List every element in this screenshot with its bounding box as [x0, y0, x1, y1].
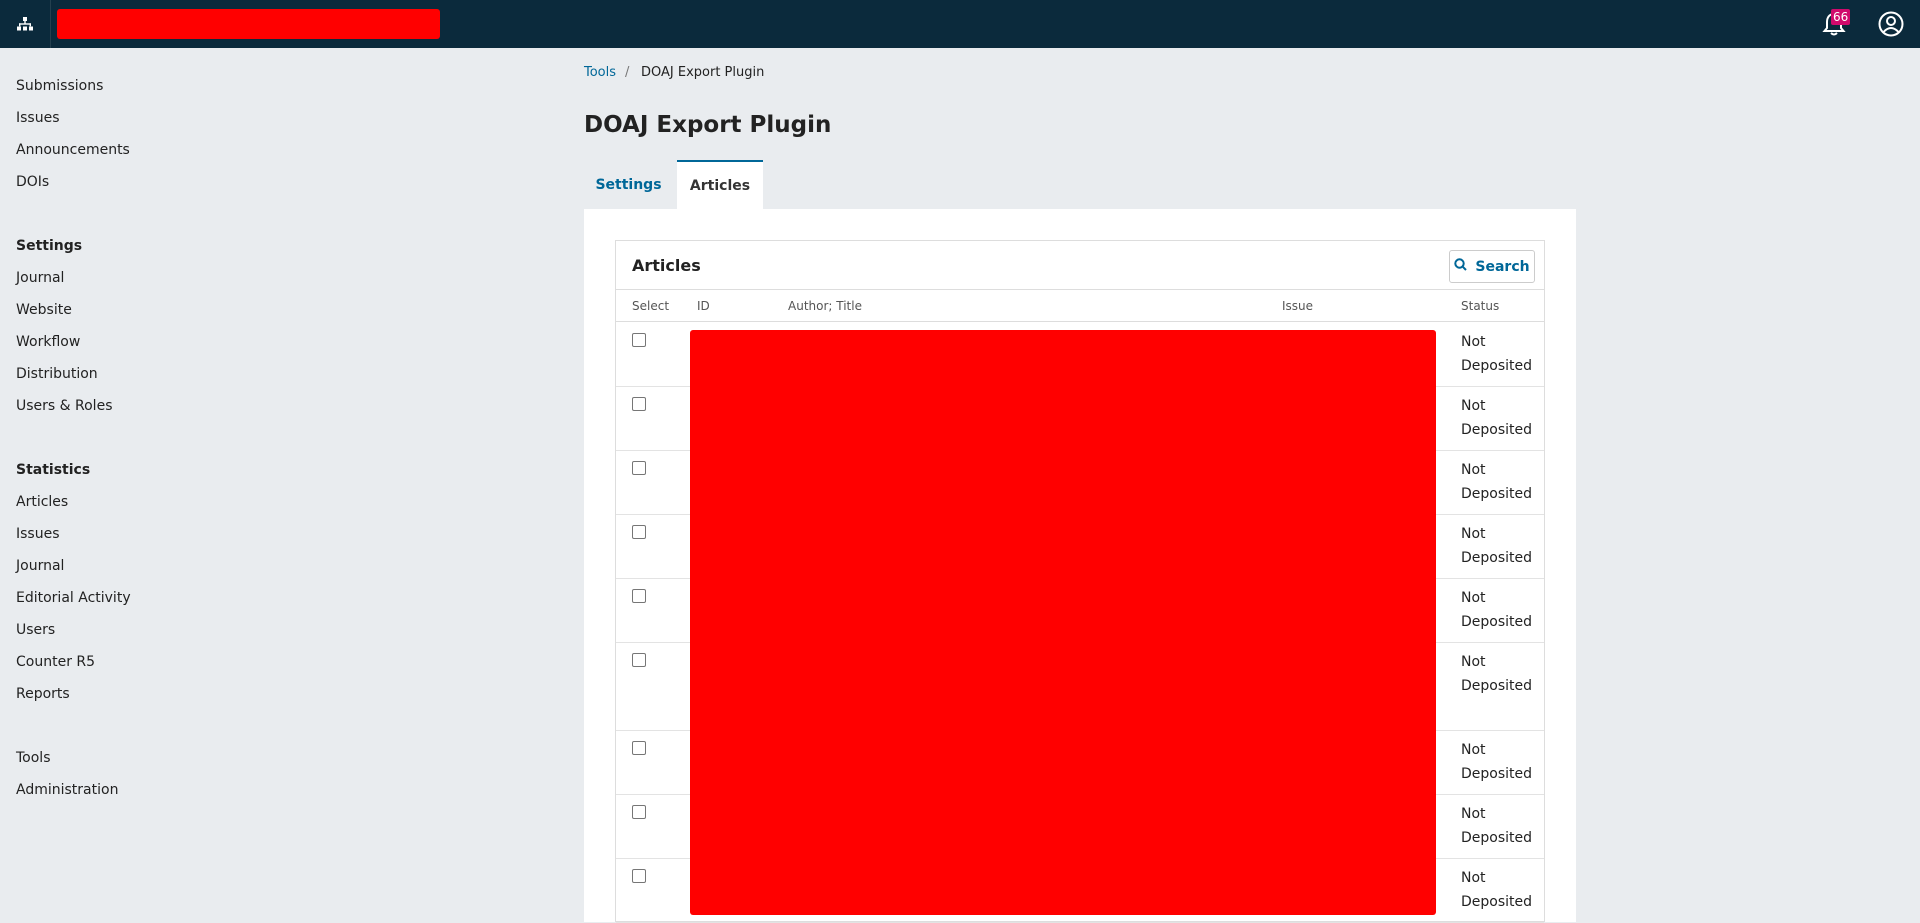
sidebar-item-administration[interactable]: Administration: [16, 782, 118, 798]
search-icon: [1454, 258, 1468, 275]
row-status: Not Deposited: [1461, 866, 1532, 914]
row-status-line-1: Not: [1461, 398, 1486, 414]
tab-articles[interactable]: Articles: [677, 160, 763, 209]
sidebar-item-announcements[interactable]: Announcements: [16, 142, 130, 158]
page-title: DOAJ Export Plugin: [584, 112, 832, 138]
user-circle-icon[interactable]: [1878, 11, 1904, 37]
row-status-line-2: Deposited: [1461, 894, 1533, 910]
sidebar-item-stats-reports[interactable]: Reports: [16, 686, 70, 702]
row-select-checkbox[interactable]: [632, 525, 646, 539]
row-status-line-2: Deposited: [1461, 486, 1533, 502]
sidebar-item-tools[interactable]: Tools: [16, 750, 51, 766]
sidebar-item-stats-editorial-activity[interactable]: Editorial Activity: [16, 590, 131, 606]
row-select-checkbox[interactable]: [632, 397, 646, 411]
row-status-line-1: Not: [1461, 870, 1486, 886]
row-status: Not Deposited: [1461, 394, 1532, 442]
site-name-redacted[interactable]: [57, 9, 440, 39]
column-header-status[interactable]: Status: [1461, 299, 1499, 313]
breadcrumb-tools-link[interactable]: Tools: [584, 65, 616, 80]
tab-settings[interactable]: Settings: [584, 161, 673, 209]
sidebar-item-distribution[interactable]: Distribution: [16, 366, 98, 382]
column-header-issue[interactable]: Issue: [1282, 299, 1313, 313]
column-header-select: Select: [632, 299, 670, 313]
search-label: Search: [1475, 258, 1530, 275]
sidebar-item-stats-articles[interactable]: Articles: [16, 494, 68, 510]
search-button[interactable]: Search: [1449, 250, 1535, 283]
article-content-redacted: [690, 330, 1436, 915]
row-select-checkbox[interactable]: [632, 805, 646, 819]
row-status-line-1: Not: [1461, 806, 1486, 822]
sidebar-item-website[interactable]: Website: [16, 302, 72, 318]
row-status-line-1: Not: [1461, 334, 1486, 350]
row-status-line-2: Deposited: [1461, 358, 1533, 374]
row-status-line-1: Not: [1461, 590, 1486, 606]
row-status-line-1: Not: [1461, 654, 1486, 670]
grid-title: Articles: [632, 256, 701, 275]
sidebar-item-stats-counter-r5[interactable]: Counter R5: [16, 654, 95, 670]
sitemap-icon[interactable]: [0, 0, 51, 48]
sidebar-item-stats-journal[interactable]: Journal: [16, 558, 64, 574]
row-select-checkbox[interactable]: [632, 333, 646, 347]
sidebar-heading-settings: Settings: [16, 238, 83, 254]
row-status: Not Deposited: [1461, 650, 1532, 698]
sidebar-item-workflow[interactable]: Workflow: [16, 334, 80, 350]
breadcrumb-current: DOAJ Export Plugin: [641, 65, 765, 80]
row-status-line-1: Not: [1461, 462, 1486, 478]
row-select-checkbox[interactable]: [632, 741, 646, 755]
top-bar: 66: [0, 0, 1920, 48]
row-status-line-2: Deposited: [1461, 766, 1533, 782]
row-select-checkbox[interactable]: [632, 589, 646, 603]
row-status-line-2: Deposited: [1461, 678, 1533, 694]
breadcrumb-separator: /: [625, 65, 630, 80]
sidebar-item-dois[interactable]: DOIs: [16, 174, 49, 190]
sidebar-item-submissions[interactable]: Submissions: [16, 78, 103, 94]
row-status: Not Deposited: [1461, 586, 1532, 634]
row-status-line-1: Not: [1461, 742, 1486, 758]
sidebar-item-issues[interactable]: Issues: [16, 110, 60, 126]
row-status: Not Deposited: [1461, 738, 1532, 786]
notification-badge: 66: [1831, 9, 1851, 25]
sidebar-item-stats-users[interactable]: Users: [16, 622, 55, 638]
row-select-checkbox[interactable]: [632, 869, 646, 883]
sidebar-item-users-roles[interactable]: Users & Roles: [16, 398, 112, 414]
row-status: Not Deposited: [1461, 330, 1532, 378]
column-header-author-title[interactable]: Author; Title: [788, 299, 862, 313]
row-status-line-2: Deposited: [1461, 830, 1533, 846]
row-status-line-2: Deposited: [1461, 614, 1533, 630]
row-status: Not Deposited: [1461, 458, 1532, 506]
row-select-checkbox[interactable]: [632, 461, 646, 475]
sidebar-item-journal[interactable]: Journal: [16, 270, 64, 286]
row-status-line-2: Deposited: [1461, 422, 1533, 438]
row-status: Not Deposited: [1461, 802, 1532, 850]
column-header-id[interactable]: ID: [697, 299, 710, 313]
row-select-checkbox[interactable]: [632, 653, 646, 667]
row-status-line-1: Not: [1461, 526, 1486, 542]
grid-header-divider: [616, 289, 1544, 290]
grid-header-bottom-divider: [616, 321, 1544, 322]
row-status-line-2: Deposited: [1461, 550, 1533, 566]
sidebar-item-stats-issues[interactable]: Issues: [16, 526, 60, 542]
sidebar-heading-statistics: Statistics: [16, 462, 91, 478]
row-status: Not Deposited: [1461, 522, 1532, 570]
